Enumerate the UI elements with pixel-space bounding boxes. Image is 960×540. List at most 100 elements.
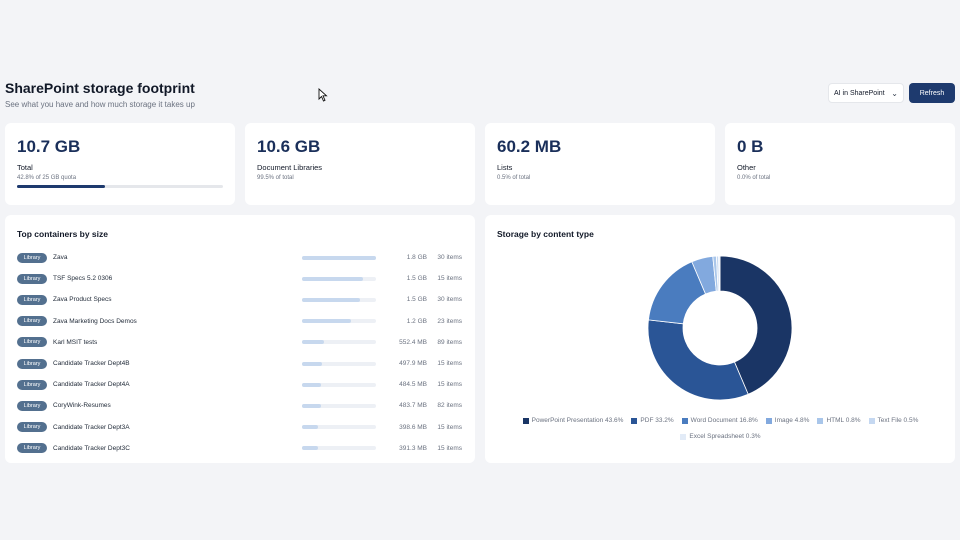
size-bar-fill — [302, 403, 322, 408]
legend-swatch — [868, 417, 875, 424]
legend-item: Text File 0.5% — [868, 417, 919, 424]
size-bar — [302, 403, 376, 408]
legend-item: PDF 33.2% — [631, 417, 674, 424]
container-row[interactable]: Library CoryWink-Resumes 483.7 MB 82 items — [17, 395, 463, 416]
container-row[interactable]: Library Karl MSIT tests 552.4 MB 89 items — [17, 332, 463, 353]
legend-label: Word Document 16.8% — [690, 417, 758, 424]
container-name: TSF Specs 5.2 0306 — [53, 275, 113, 283]
library-badge: Library — [17, 337, 47, 348]
stat-label: Other — [737, 163, 756, 172]
container-row[interactable]: Library Zava 1.8 GB 30 items — [17, 247, 463, 268]
legend-swatch — [680, 433, 687, 440]
page-title: SharePoint storage footprint — [5, 80, 195, 96]
container-size: 484.5 MB — [399, 381, 427, 389]
container-size: 1.5 GB — [406, 296, 427, 304]
site-filter-dropdown[interactable]: AI in SharePoint ⌄ — [828, 83, 904, 103]
content-type-panel: Storage by content type PowerPoint Prese… — [485, 215, 955, 463]
panel-title: Top containers by size — [17, 229, 109, 239]
stat-card-document-libraries: 10.6 GB Document Libraries 99.5% of tota… — [245, 123, 475, 205]
container-row[interactable]: Library Candidate Tracker Dept4B 497.9 MB 1… — [17, 353, 463, 374]
stat-subtext: 0.0% of total — [737, 175, 771, 181]
library-badge: Library — [17, 379, 47, 390]
chevron-down-icon: ⌄ — [891, 88, 898, 98]
stat-value: 0 B — [737, 137, 764, 156]
stat-card-other: 0 B Other 0.0% of total — [725, 123, 955, 205]
legend-label: Text File 0.5% — [877, 417, 919, 424]
container-row[interactable]: Library Zava Marketing Docs Demos 1.2 GB 23… — [17, 311, 463, 332]
container-name: Candidate Tracker Dept4A — [53, 381, 130, 389]
library-badge: Library — [17, 273, 47, 284]
stat-label: Total — [17, 163, 33, 172]
size-bar-fill — [302, 319, 351, 324]
size-bar-fill — [302, 382, 322, 387]
container-size: 552.4 MB — [399, 338, 427, 346]
container-row[interactable]: Library Candidate Tracker Dept3A 398.6 MB 1… — [17, 417, 463, 438]
size-bar-fill — [302, 255, 376, 260]
size-bar-fill — [302, 297, 361, 302]
library-badge: Library — [17, 422, 47, 433]
container-size: 497.9 MB — [399, 360, 427, 368]
toolbar: AI in SharePoint ⌄ Refresh — [828, 83, 955, 103]
legend-label: Excel Spreadsheet 0.3% — [689, 433, 761, 440]
refresh-button[interactable]: Refresh — [909, 83, 955, 103]
container-row[interactable]: Library Candidate Tracker Dept4A 484.5 MB 1… — [17, 374, 463, 395]
container-row[interactable]: Library Zava Product Specs 1.5 GB 30 items — [17, 289, 463, 310]
legend-label: Image 4.8% — [774, 417, 810, 424]
size-bar-fill — [302, 361, 322, 366]
size-bar-fill — [302, 276, 363, 281]
size-bar — [302, 382, 376, 387]
container-size: 483.7 MB — [399, 402, 427, 410]
legend-item: HTML 0.8% — [817, 417, 861, 424]
content-type-donut-chart — [647, 255, 793, 401]
stat-card-lists: 60.2 MB Lists 0.5% of total — [485, 123, 715, 205]
donut-slice-pdf[interactable] — [647, 319, 749, 401]
legend-swatch — [631, 417, 638, 424]
library-badge: Library — [17, 358, 47, 369]
chart-legend-row-2: Excel Spreadsheet 0.3% — [497, 433, 944, 440]
container-name: Candidate Tracker Dept3C — [53, 444, 130, 452]
legend-label: PowerPoint Presentation 43.6% — [531, 417, 624, 424]
container-row[interactable]: Library Candidate Tracker Dept3C 391.3 MB 1… — [17, 438, 463, 459]
stat-label: Lists — [497, 163, 513, 172]
size-bar — [302, 319, 376, 324]
library-badge: Library — [17, 443, 47, 454]
container-item-count: 15 items — [437, 275, 462, 283]
container-size: 398.6 MB — [399, 423, 427, 431]
size-bar-fill — [302, 446, 318, 451]
size-bar — [302, 425, 376, 430]
container-row[interactable]: Library TSF Specs 5.2 0306 1.5 GB 15 items — [17, 268, 463, 289]
container-name: CoryWink-Resumes — [53, 402, 111, 410]
size-bar-fill — [302, 340, 325, 345]
container-name: Candidate Tracker Dept3A — [53, 423, 130, 431]
page-header: SharePoint storage footprint See what yo… — [5, 80, 195, 109]
container-name: Zava Marketing Docs Demos — [53, 317, 137, 325]
quota-progress-fill — [17, 185, 106, 188]
container-item-count: 30 items — [437, 254, 462, 262]
legend-item: Word Document 16.8% — [681, 417, 758, 424]
stat-value: 10.6 GB — [257, 137, 321, 156]
container-item-count: 15 items — [437, 360, 462, 368]
stat-card-total: 10.7 GB Total 42.8% of 25 GB quota — [5, 123, 235, 205]
stat-label: Document Libraries — [257, 163, 323, 172]
panel-title: Storage by content type — [497, 229, 594, 239]
legend-swatch — [765, 417, 772, 424]
quota-progress-bar — [17, 185, 223, 188]
stat-subtext: 42.8% of 25 GB quota — [17, 175, 77, 181]
legend-label: HTML 0.8% — [826, 417, 861, 424]
site-filter-value: AI in SharePoint — [834, 89, 885, 97]
chart-legend: PowerPoint Presentation 43.6% PDF 33.2% Wo… — [497, 417, 944, 424]
container-item-count: 15 items — [437, 381, 462, 389]
mouse-cursor-icon — [318, 88, 328, 102]
library-badge: Library — [17, 400, 47, 411]
size-bar — [302, 340, 376, 345]
stat-subtext: 0.5% of total — [497, 175, 531, 181]
donut-slice-excel-spreadsheet[interactable] — [718, 255, 721, 292]
legend-swatch — [817, 417, 824, 424]
top-containers-panel: Top containers by size Library Zava 1.8 GB… — [5, 215, 475, 463]
container-item-count: 89 items — [437, 338, 462, 346]
container-item-count: 15 items — [437, 444, 462, 452]
page-subtitle: See what you have and how much storage i… — [5, 100, 195, 109]
container-name: Zava — [53, 254, 68, 262]
container-item-count: 15 items — [437, 423, 462, 431]
legend-swatch — [522, 417, 529, 424]
